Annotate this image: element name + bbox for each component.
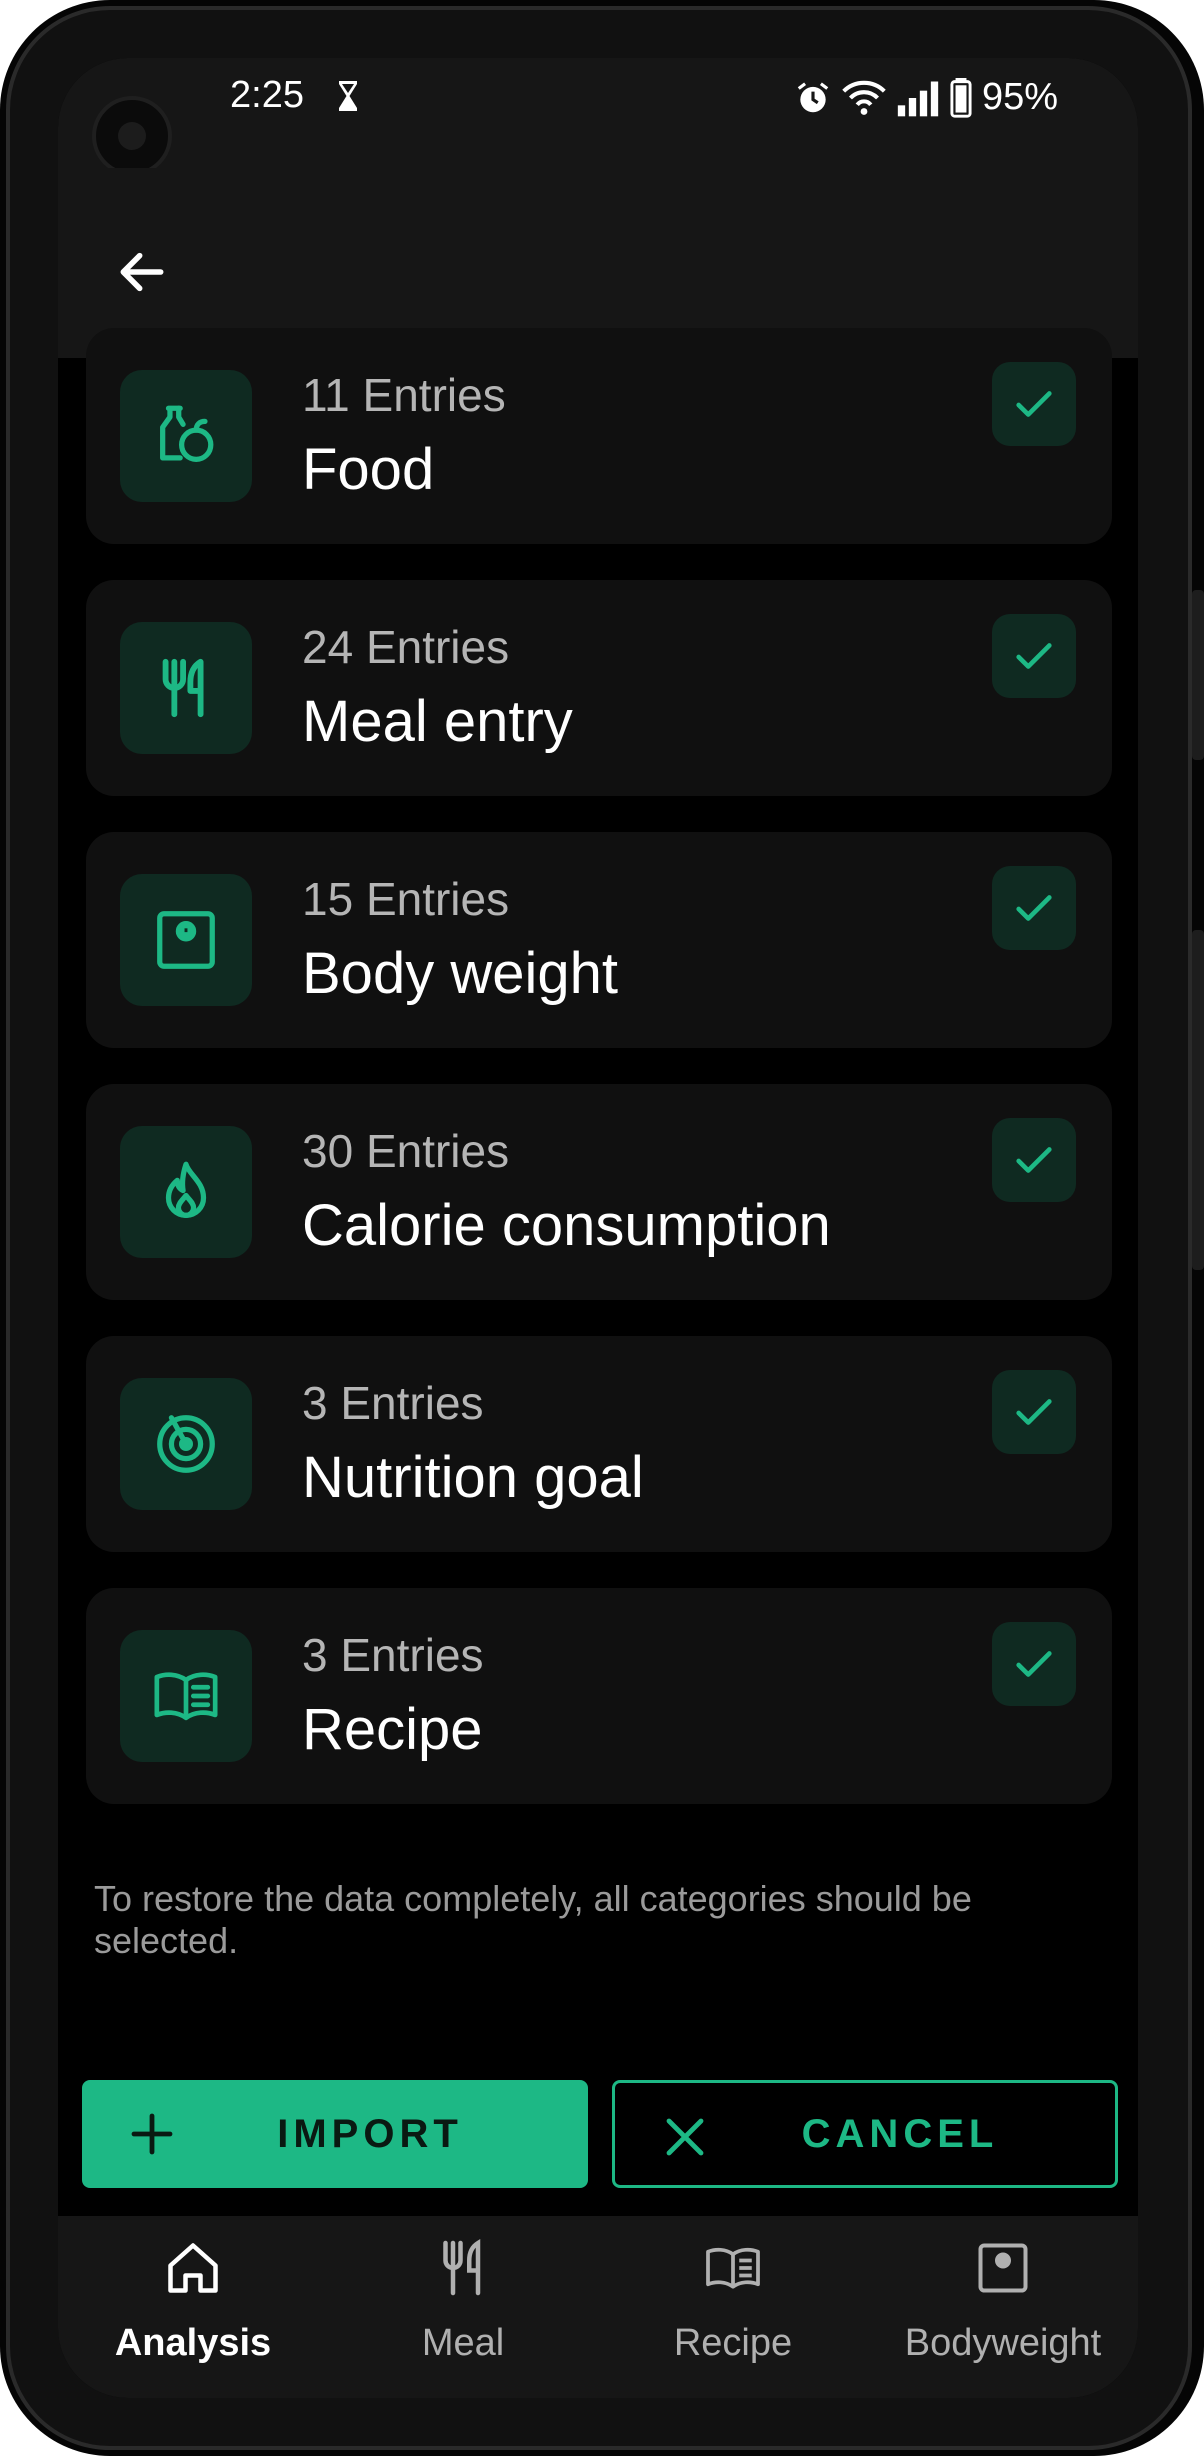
nav-label: Recipe	[673, 2322, 793, 2364]
status-icons: 95%	[794, 76, 1058, 119]
category-name: Recipe	[302, 1697, 483, 1762]
entries-count: 24 Entries	[302, 621, 510, 673]
checkbox-checked[interactable]	[992, 1622, 1076, 1706]
import-label: IMPORT	[277, 2111, 463, 2156]
volume-button	[1192, 590, 1204, 760]
nav-item-bodyweight[interactable]: Bodyweight	[868, 2216, 1138, 2398]
target-icon	[120, 1378, 252, 1510]
entries-count: 3 Entries	[302, 1377, 484, 1429]
flame-icon	[120, 1126, 252, 1258]
category-card-calorie-consumption[interactable]: 30 Entries Calorie consumption	[86, 1084, 1112, 1300]
checkbox-checked[interactable]	[992, 866, 1076, 950]
wifi-icon	[842, 80, 886, 115]
check-icon	[1016, 643, 1052, 669]
check-icon	[1016, 895, 1052, 921]
status-bar: 2:25 95%	[58, 58, 1138, 176]
category-card-body-weight[interactable]: 15 Entries Body weight	[86, 832, 1112, 1048]
cancel-button[interactable]: CANCEL	[612, 2080, 1118, 2188]
checkbox-checked[interactable]	[992, 614, 1076, 698]
entries-count: 15 Entries	[302, 873, 510, 925]
phone-frame: 2:25 95% 11 Entries Food 24 Entries Meal…	[0, 0, 1204, 2456]
food-icon	[120, 370, 252, 502]
category-card-meal-entry[interactable]: 24 Entries Meal entry	[86, 580, 1112, 796]
scale-icon	[978, 2243, 1028, 2293]
power-button	[1192, 930, 1204, 1270]
cutlery-icon	[120, 622, 252, 754]
entries-count: 30 Entries	[302, 1125, 510, 1177]
book-icon	[120, 1630, 252, 1762]
category-list: 11 Entries Food 24 Entries Meal entry 15…	[86, 328, 1112, 1840]
category-name: Food	[302, 437, 435, 502]
home-icon	[168, 2243, 218, 2293]
battery-icon	[950, 77, 972, 118]
check-icon	[1016, 391, 1052, 417]
signal-icon	[897, 81, 939, 116]
category-name: Body weight	[302, 941, 618, 1006]
checkbox-checked[interactable]	[992, 1370, 1076, 1454]
nav-item-recipe[interactable]: Recipe	[598, 2216, 868, 2398]
alarm-icon	[797, 81, 829, 112]
category-card-nutrition-goal[interactable]: 3 Entries Nutrition goal	[86, 1336, 1112, 1552]
front-camera	[92, 96, 172, 176]
nav-item-analysis[interactable]: Analysis	[58, 2216, 328, 2398]
nav-label: Analysis	[114, 2322, 272, 2364]
nav-label: Bodyweight	[904, 2322, 1102, 2364]
check-icon	[1016, 1651, 1052, 1677]
entries-count: 11 Entries	[302, 369, 506, 421]
cancel-label: CANCEL	[801, 2111, 999, 2156]
book-icon	[706, 2247, 760, 2289]
checkbox-checked[interactable]	[992, 362, 1076, 446]
checkbox-checked[interactable]	[992, 1118, 1076, 1202]
scale-icon	[120, 874, 252, 1006]
status-time: 2:25	[230, 74, 304, 116]
category-name: Meal entry	[302, 689, 573, 754]
nav-item-meal[interactable]: Meal	[328, 2216, 598, 2398]
bottom-navigation: Analysis Meal Recipe Bodyweight	[58, 2216, 1138, 2398]
restore-hint: To restore the data completely, all cate…	[94, 1878, 972, 1961]
nav-label: Meal	[421, 2322, 505, 2364]
screen: 2:25 95% 11 Entries Food 24 Entries Meal…	[58, 58, 1138, 2398]
cutlery-icon	[443, 2239, 481, 2296]
battery-percent: 95%	[981, 76, 1058, 118]
back-arrow-icon[interactable]	[114, 244, 170, 300]
category-card-food[interactable]: 11 Entries Food	[86, 328, 1112, 544]
import-button[interactable]: IMPORT	[82, 2080, 588, 2188]
check-icon	[1016, 1399, 1052, 1425]
check-icon	[1016, 1147, 1052, 1173]
entries-count: 3 Entries	[302, 1629, 484, 1681]
hourglass-icon	[339, 81, 357, 111]
category-name: Calorie consumption	[302, 1193, 831, 1258]
category-name: Nutrition goal	[302, 1445, 644, 1510]
category-card-recipe[interactable]: 3 Entries Recipe	[86, 1588, 1112, 1804]
